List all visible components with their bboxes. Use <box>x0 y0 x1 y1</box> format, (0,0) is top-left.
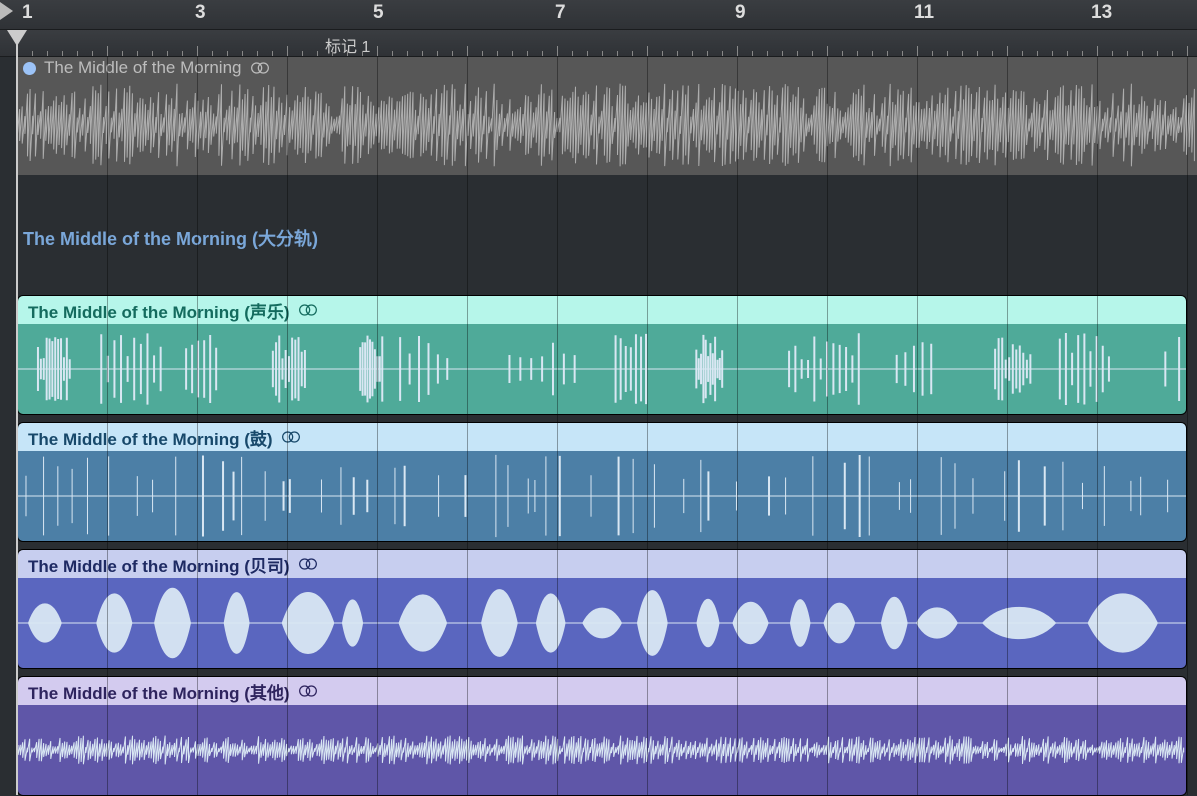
ruler-number: 13 <box>1091 2 1112 24</box>
region-drums[interactable]: The Middle of the Morning (鼓) <box>17 422 1187 542</box>
timeline-ruler[interactable]: 1 3 5 7 9 11 13 <box>0 0 1197 30</box>
ruler-number: 1 <box>22 2 33 24</box>
region-header: The Middle of the Morning (鼓) <box>18 423 1186 451</box>
waveform-bass <box>18 578 1186 668</box>
ruler-number: 11 <box>914 2 934 24</box>
waveform-drums <box>18 451 1186 541</box>
master-title: The Middle of the Morning <box>44 58 242 78</box>
stereo-icon <box>298 303 318 317</box>
ruler-number: 5 <box>373 2 384 24</box>
stereo-icon <box>298 684 318 698</box>
playhead-line <box>16 30 18 795</box>
ruler-number: 7 <box>555 2 566 24</box>
stereo-icon <box>298 557 318 571</box>
stereo-icon <box>250 61 270 75</box>
region-title: The Middle of the Morning (其他) <box>28 679 290 704</box>
playhead-icon[interactable] <box>7 30 27 46</box>
waveform-other <box>18 705 1186 795</box>
region-other[interactable]: The Middle of the Morning (其他) <box>17 676 1187 796</box>
region-bass[interactable]: The Middle of the Morning (贝司) <box>17 549 1187 669</box>
group-track-header[interactable]: The Middle of the Morning (大分轨) <box>17 175 1197 295</box>
group-label: The Middle of the Morning (大分轨) <box>23 225 1197 251</box>
ruler-number: 9 <box>735 2 746 24</box>
region-header: The Middle of the Morning (贝司) <box>18 550 1186 578</box>
ruler-number: 3 <box>195 2 206 24</box>
master-region-header: The Middle of the Morning <box>17 57 1197 79</box>
region-title: The Middle of the Morning (贝司) <box>28 552 290 577</box>
region-header: The Middle of the Morning (声乐) <box>18 296 1186 324</box>
master-waveform <box>17 79 1197 171</box>
region-vocal[interactable]: The Middle of the Morning (声乐) <box>17 295 1187 415</box>
record-dot-icon <box>23 62 36 75</box>
region-title: The Middle of the Morning (声乐) <box>28 298 290 323</box>
master-audio-region[interactable]: The Middle of the Morning <box>17 57 1197 175</box>
play-indicator-icon <box>0 2 13 20</box>
region-title: The Middle of the Morning (鼓) <box>28 425 273 450</box>
stereo-icon <box>281 430 301 444</box>
region-header: The Middle of the Morning (其他) <box>18 677 1186 705</box>
marker-ruler[interactable]: 标记 1 <box>0 30 1197 57</box>
waveform-vocal <box>18 324 1186 414</box>
